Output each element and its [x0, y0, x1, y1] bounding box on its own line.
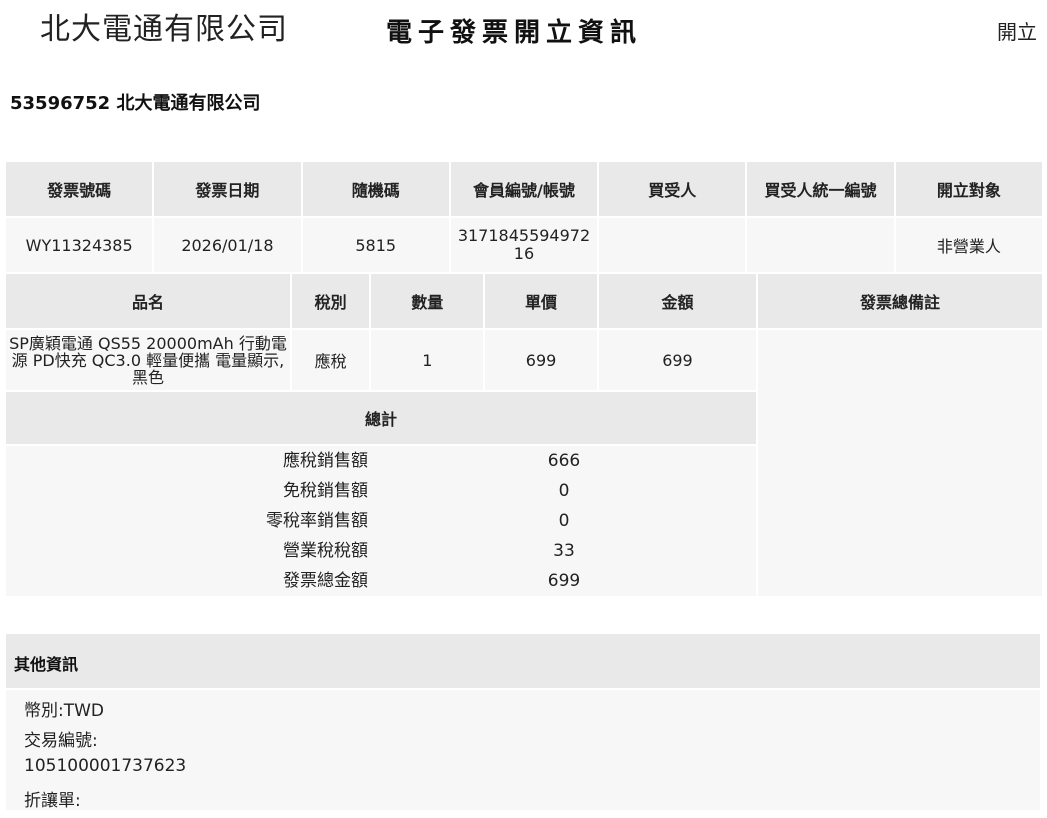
other-info-header: 其他資訊 [6, 634, 1040, 688]
random-code: 5815 [302, 218, 449, 272]
total-label: 免稅銷售額 [283, 481, 368, 501]
total-value: 699 [547, 571, 581, 591]
item-tax-type: 應稅 [291, 330, 370, 390]
total-value: 0 [558, 481, 570, 501]
header-member-id: 會員編號/帳號 [450, 162, 598, 216]
header-buyer-tax-id: 買受人統一編號 [747, 162, 894, 216]
buyer [599, 218, 746, 272]
total-label: 發票總金額 [283, 571, 368, 591]
invoice-date: 2026/01/18 [154, 218, 301, 272]
other-info-title: 其他資訊 [14, 655, 79, 674]
total-label: 零稅率銷售額 [266, 511, 368, 531]
member-id: 317184559497216 [450, 218, 598, 272]
header-tax-type: 稅別 [291, 274, 370, 328]
company-name: 北大電通有限公司 [40, 12, 288, 47]
header-random-code: 隨機碼 [302, 162, 449, 216]
total-value: 33 [553, 541, 575, 561]
buyer-tax-id [747, 218, 894, 272]
header-buyer: 買受人 [599, 162, 746, 216]
issue-target: 非營業人 [895, 218, 1042, 272]
total-line: 零稅率銷售額 0 [6, 506, 756, 536]
header-issue-target: 開立對象 [895, 162, 1042, 216]
header-invoice-remark: 發票總備註 [758, 274, 1042, 328]
total-value: 666 [547, 451, 581, 471]
page-title: 電子發票開立資訊 [386, 18, 643, 48]
invoice-number: WY11324385 [6, 218, 153, 272]
transaction-label: 交易編號: [24, 731, 98, 751]
header-invoice-number: 發票號碼 [6, 162, 153, 216]
other-info-body: 幣別:TWD 交易編號: 105100001737623 折讓單: [6, 690, 1040, 811]
header-amount: 金額 [598, 274, 756, 328]
transaction-number: 105100001737623 [24, 756, 187, 776]
seller-info: 53596752 北大電通有限公司 [10, 93, 261, 114]
total-line: 發票總金額 699 [6, 566, 756, 596]
issue-label: 開立 [997, 20, 1037, 44]
currency-line: 幣別:TWD [24, 701, 105, 721]
invoice-info-table: 發票號碼 發票日期 隨機碼 會員編號/帳號 買受人 買受人統一編號 開立對象 W… [4, 160, 1044, 274]
total-label: 營業稅稅額 [283, 541, 368, 561]
item-amount: 699 [598, 330, 756, 390]
total-value: 0 [558, 511, 570, 531]
item-unit-price: 699 [485, 330, 597, 390]
item-name: SP廣穎電通 QS55 20000mAh 行動電源 PD快充 QC3.0 輕量便… [6, 330, 290, 390]
totals-header: 總計 [6, 392, 756, 444]
totals-body: 應稅銷售額 666 免稅銷售額 0 零稅率銷售額 0 營業稅稅額 33 發票總金… [6, 446, 756, 596]
header-product-name: 品名 [6, 274, 290, 328]
total-line: 免稅銷售額 0 [6, 476, 756, 506]
header-quantity: 數量 [371, 274, 484, 328]
total-line: 營業稅稅額 33 [6, 536, 756, 566]
allowance-line: 折讓單: [24, 791, 81, 811]
header-unit-price: 單價 [485, 274, 597, 328]
header-invoice-date: 發票日期 [154, 162, 301, 216]
invoice-remark-body [758, 330, 1042, 596]
items-table: 品名 稅別 數量 單價 金額 發票總備註 SP廣穎電通 QS55 20000mA… [4, 272, 1044, 598]
total-line: 應稅銷售額 666 [6, 446, 756, 476]
total-label: 應稅銷售額 [283, 451, 368, 471]
item-quantity: 1 [371, 330, 484, 390]
